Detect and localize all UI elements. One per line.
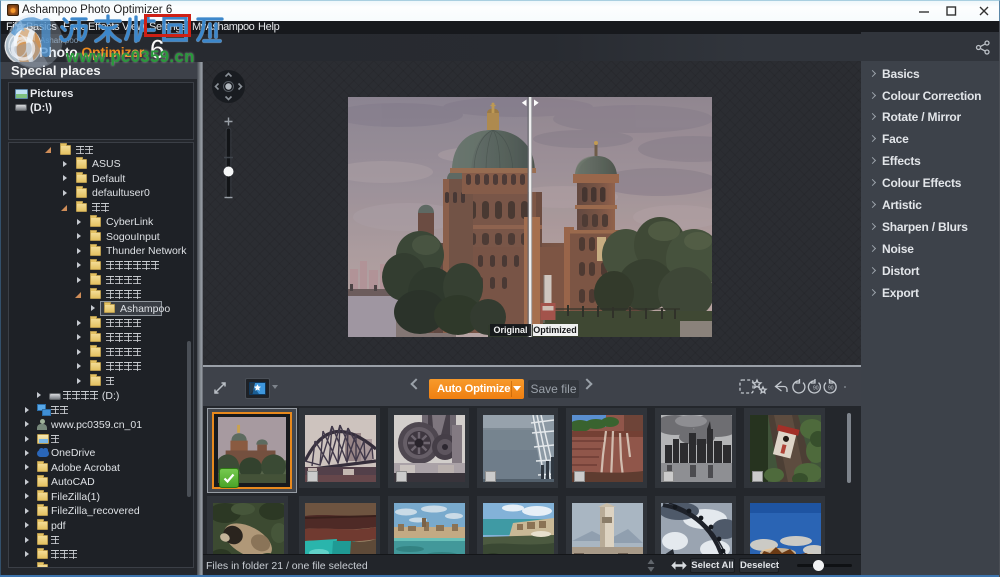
svg-text:90: 90 bbox=[828, 386, 834, 392]
svg-text:90: 90 bbox=[813, 386, 819, 392]
